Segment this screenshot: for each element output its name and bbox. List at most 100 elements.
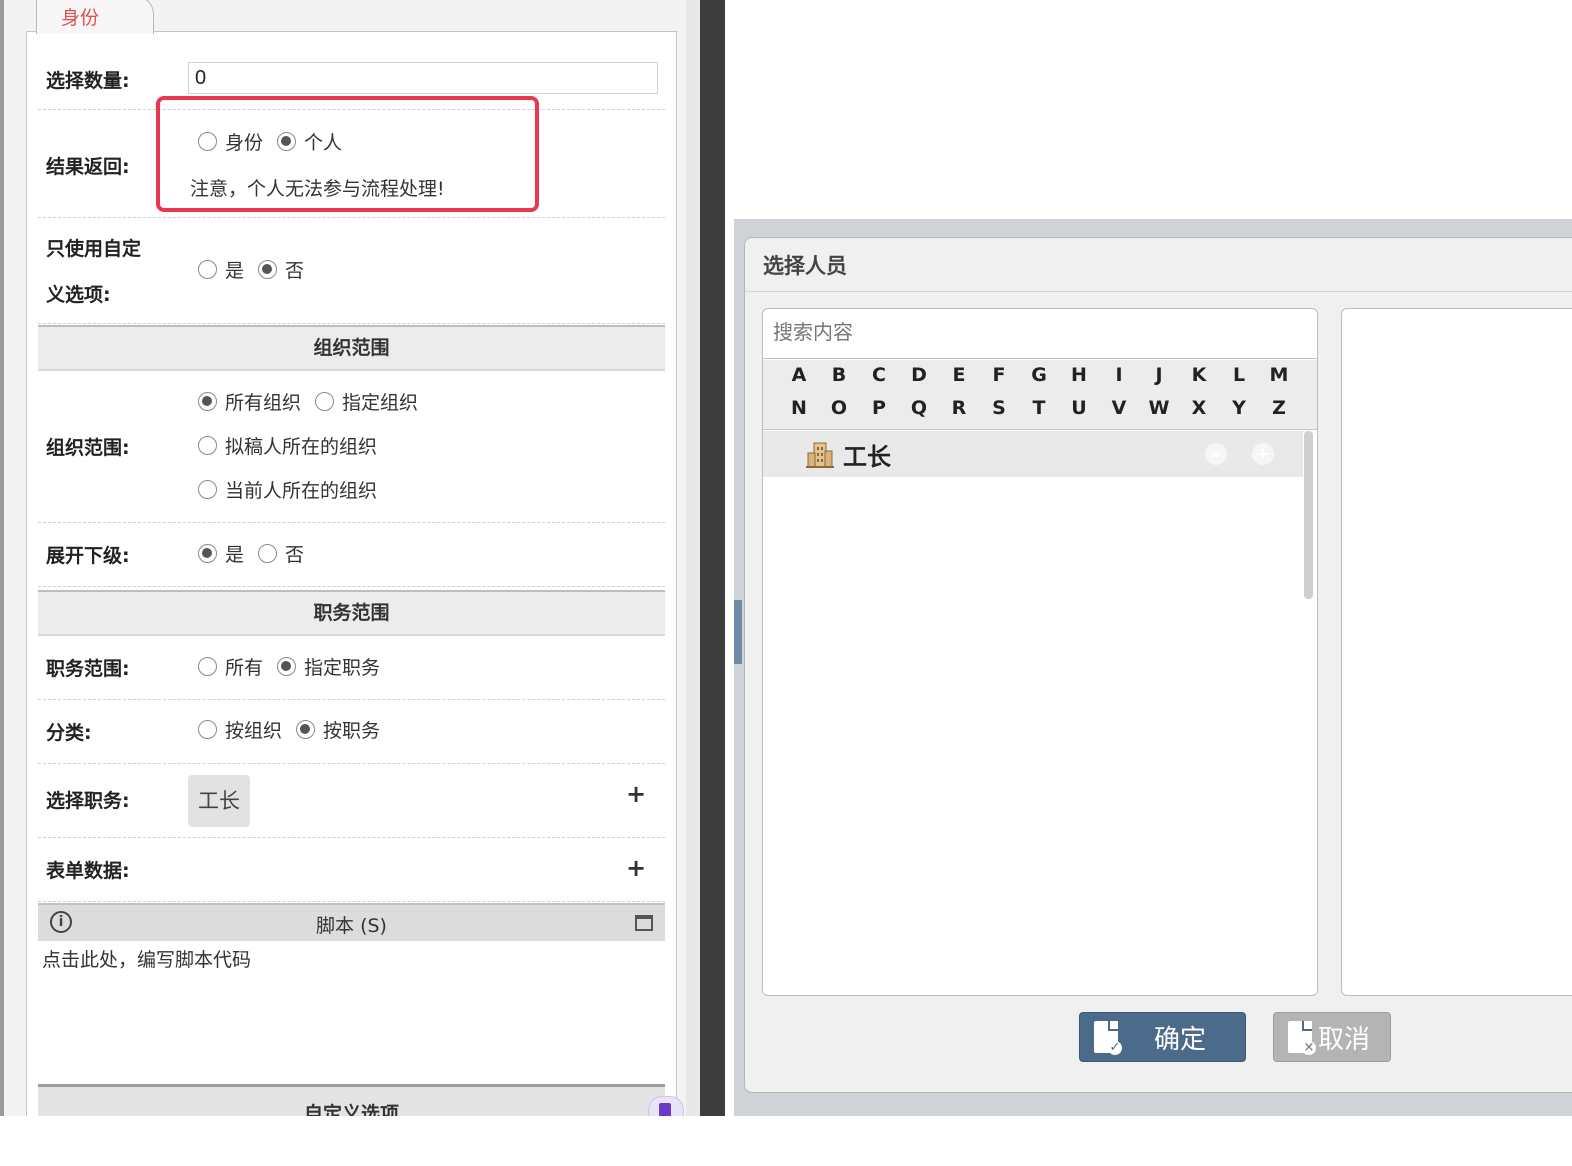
form-data-label: 表单数据: xyxy=(46,860,130,882)
maximize-icon[interactable] xyxy=(635,915,653,931)
confirm-button-label: 确定 xyxy=(1154,1024,1207,1055)
duty-chip-foreman[interactable]: 工长 xyxy=(188,775,250,827)
alpha-letter-j[interactable]: J xyxy=(1144,364,1174,386)
panel-right-gutter xyxy=(686,0,700,1116)
panel-splitter[interactable] xyxy=(700,0,725,1116)
section-duty-scope: 职务范围 xyxy=(38,590,665,636)
radio-duty-specified-label: 指定职务 xyxy=(304,657,381,679)
list-scrollbar[interactable] xyxy=(1304,431,1313,599)
row-expand-sub: 展开下级: xyxy=(38,523,665,587)
radio-expand-no-label: 否 xyxy=(285,544,305,566)
custom-only-options: 是 否 xyxy=(198,256,318,283)
alpha-letter-c[interactable]: C xyxy=(864,364,894,386)
category-label: 分类: xyxy=(46,722,92,744)
alpha-letter-h[interactable]: H xyxy=(1064,364,1094,386)
cancel-button[interactable]: × 取消 xyxy=(1273,1012,1391,1062)
script-header: 脚本 (S) i xyxy=(38,903,665,941)
radio-expand-yes-label: 是 xyxy=(225,544,245,566)
alpha-letter-l[interactable]: L xyxy=(1224,364,1254,386)
alpha-letter-o[interactable]: O xyxy=(824,397,854,419)
radio-duty-specified[interactable] xyxy=(277,657,297,676)
alpha-letter-s[interactable]: S xyxy=(984,397,1014,419)
result-return-label: 结果返回: xyxy=(46,156,130,178)
radio-category-duty-label: 按职务 xyxy=(323,720,381,742)
dialog-area: 选择人员 ABCDEFGHIJKLM NOPQRSTUVWXYZ 工长 » + xyxy=(725,0,1572,1116)
radio-org-specified-label: 指定组织 xyxy=(342,392,419,414)
script-title: 脚本 (S) xyxy=(316,915,387,937)
radio-org-current-label: 当前人所在的组织 xyxy=(225,480,378,502)
row-select-duty: 选择职务: xyxy=(38,764,665,838)
alpha-letter-i[interactable]: I xyxy=(1104,364,1134,386)
list-item-label: 工长 xyxy=(843,443,891,471)
add-form-data-button[interactable]: + xyxy=(626,854,646,882)
alpha-letter-u[interactable]: U xyxy=(1064,397,1094,419)
section-org-scope: 组织范围 xyxy=(38,325,665,371)
radio-org-current[interactable] xyxy=(198,480,217,499)
alpha-letter-f[interactable]: F xyxy=(984,364,1014,386)
row-form-data: 表单数据: xyxy=(38,838,665,902)
alpha-letter-n[interactable]: N xyxy=(784,397,814,419)
alpha-letter-d[interactable]: D xyxy=(904,364,934,386)
radio-duty-all-label: 所有 xyxy=(225,657,264,679)
alpha-letter-q[interactable]: Q xyxy=(904,397,934,419)
radio-expand-no[interactable] xyxy=(258,544,278,563)
radio-expand-yes[interactable] xyxy=(198,544,217,563)
alpha-letter-e[interactable]: E xyxy=(944,364,974,386)
radio-duty-all[interactable] xyxy=(198,657,217,676)
expand-arrow-icon[interactable]: » xyxy=(1205,443,1227,465)
alphabet-index: ABCDEFGHIJKLM NOPQRSTUVWXYZ xyxy=(763,360,1317,430)
select-count-input[interactable] xyxy=(188,62,658,94)
alpha-letter-r[interactable]: R xyxy=(944,397,974,419)
add-duty-button[interactable]: + xyxy=(626,780,646,808)
alpha-letter-k[interactable]: K xyxy=(1184,364,1214,386)
dialog-title-divider xyxy=(745,291,1572,292)
custom-only-label-line1: 只使用自定 xyxy=(46,238,142,260)
select-person-dialog: 选择人员 ABCDEFGHIJKLM NOPQRSTUVWXYZ 工长 » + xyxy=(744,237,1572,1093)
select-duty-label: 选择职务: xyxy=(46,790,130,812)
alpha-letter-a[interactable]: A xyxy=(784,364,814,386)
confirm-button[interactable]: ✓ 确定 xyxy=(1079,1012,1246,1062)
org-scope-options-line1: 所有组织 指定组织 xyxy=(198,388,432,415)
alpha-letter-v[interactable]: V xyxy=(1104,397,1134,419)
radio-custom-no[interactable] xyxy=(258,260,278,279)
alpha-letter-z[interactable]: Z xyxy=(1264,397,1294,419)
radio-custom-yes[interactable] xyxy=(198,260,217,279)
duty-scope-options: 所有 指定职务 xyxy=(198,653,394,680)
alpha-letter-p[interactable]: P xyxy=(864,397,894,419)
radio-org-specified[interactable] xyxy=(315,392,335,411)
radio-category-org[interactable] xyxy=(198,720,217,739)
org-scope-options-line3: 当前人所在的组织 xyxy=(198,476,391,503)
tab-identity[interactable]: 身份 xyxy=(36,0,154,34)
radio-org-drafter[interactable] xyxy=(198,436,217,455)
backdrop-accent xyxy=(734,600,742,664)
duty-scope-label: 职务范围: xyxy=(46,658,130,680)
add-circle-icon[interactable]: + xyxy=(1252,443,1274,465)
panel-left-border xyxy=(0,0,4,1116)
script-editor-placeholder[interactable]: 点击此处，编写脚本代码 xyxy=(42,945,251,972)
highlight-annotation-box xyxy=(156,96,539,212)
expand-sub-label: 展开下级: xyxy=(46,545,130,567)
document-cancel-icon: × xyxy=(1288,1021,1316,1055)
custom-only-label-line2: 义选项: xyxy=(46,284,111,306)
selected-items-panel xyxy=(1341,308,1572,996)
document-check-icon: ✓ xyxy=(1094,1021,1122,1055)
radio-custom-yes-label: 是 xyxy=(225,260,245,282)
alpha-letter-x[interactable]: X xyxy=(1184,397,1214,419)
building-icon xyxy=(806,442,834,468)
radio-category-duty[interactable] xyxy=(296,720,316,739)
org-scope-options-line2: 拟稿人所在的组织 xyxy=(198,432,391,459)
alpha-letter-y[interactable]: Y xyxy=(1224,397,1254,419)
radio-org-all[interactable] xyxy=(198,392,217,411)
floating-helper-icon[interactable] xyxy=(648,1096,684,1116)
org-scope-label: 组织范围: xyxy=(46,437,130,459)
alpha-letter-w[interactable]: W xyxy=(1144,397,1174,419)
search-input[interactable] xyxy=(763,309,1317,359)
alpha-letter-g[interactable]: G xyxy=(1024,364,1054,386)
alpha-letter-t[interactable]: T xyxy=(1024,397,1054,419)
row-custom-only: 只使用自定 义选项: xyxy=(38,218,665,324)
list-item[interactable]: 工长 » + xyxy=(763,431,1303,477)
alpha-letter-b[interactable]: B xyxy=(824,364,854,386)
alpha-letter-m[interactable]: M xyxy=(1264,364,1294,386)
cancel-button-label: 取消 xyxy=(1318,1024,1371,1055)
info-icon[interactable]: i xyxy=(50,911,72,933)
